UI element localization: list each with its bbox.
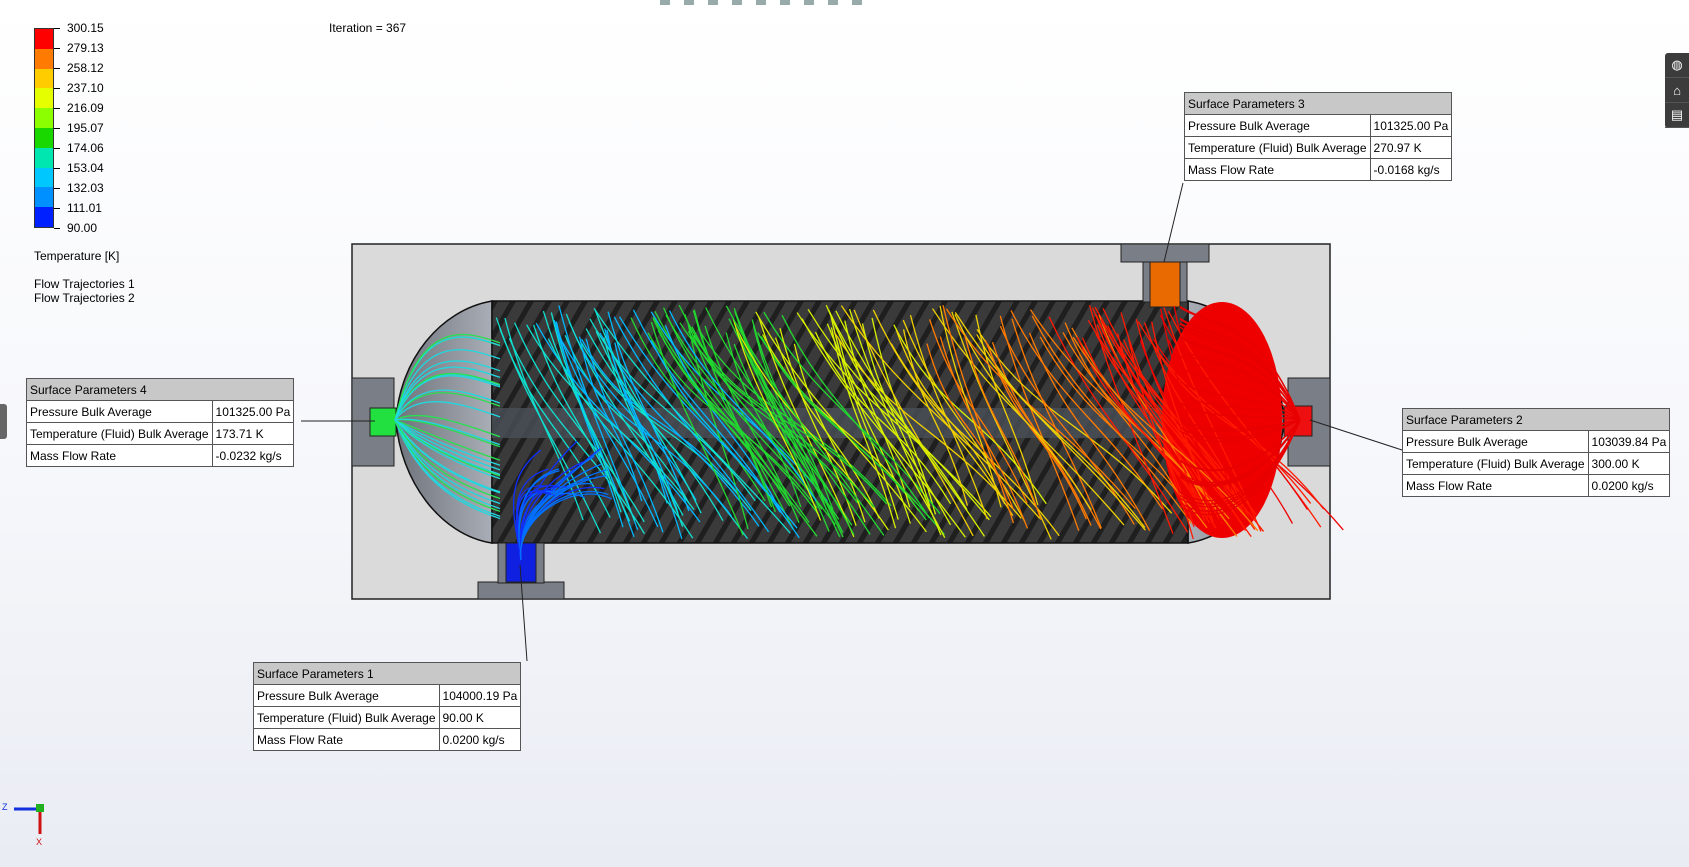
table-row: Mass Flow Rate 0.0200 kg/s [1402,474,1671,497]
param-value: 0.0200 kg/s [438,728,522,751]
table-row: Mass Flow Rate -0.0168 kg/s [1184,158,1453,181]
panel-title: Surface Parameters 2 [1401,408,1671,431]
table-row: Temperature (Fluid) Bulk Average 300.00 K [1402,452,1671,475]
surface-parameters-4-panel[interactable]: Surface Parameters 4 Pressure Bulk Avera… [25,378,295,467]
param-value: 101325.00 Pa [211,400,295,423]
param-value: 90.00 K [438,706,522,729]
globe-icon[interactable]: ◍ [1665,53,1689,78]
table-row: Temperature (Fluid) Bulk Average 173.71 K [26,422,295,445]
table-row: Mass Flow Rate -0.0232 kg/s [26,444,295,467]
panel-collapse-handle[interactable] [0,404,7,439]
param-name: Mass Flow Rate [26,444,213,467]
table-row: Temperature (Fluid) Bulk Average 90.00 K [253,706,522,729]
home-icon[interactable]: ⌂ [1665,78,1689,103]
param-value: -0.0168 kg/s [1369,158,1453,181]
param-value: 103039.84 Pa [1587,430,1671,453]
param-name: Temperature (Fluid) Bulk Average [1184,136,1371,159]
panel-title: Surface Parameters 1 [252,662,522,685]
param-name: Temperature (Fluid) Bulk Average [26,422,213,445]
param-value: 104000.19 Pa [438,684,522,707]
triad-x-label: X [36,837,42,847]
param-name: Mass Flow Rate [253,728,440,751]
param-value: 101325.00 Pa [1369,114,1453,137]
param-name: Temperature (Fluid) Bulk Average [1402,452,1589,475]
surface-parameters-2-panel[interactable]: Surface Parameters 2 Pressure Bulk Avera… [1401,408,1671,497]
triad-z-label: Z [2,802,8,812]
param-name: Pressure Bulk Average [1184,114,1371,137]
layers-icon[interactable]: ▤ [1665,103,1689,128]
table-row: Pressure Bulk Average 101325.00 Pa [26,400,295,423]
param-value: 173.71 K [211,422,295,445]
param-name: Mass Flow Rate [1184,158,1371,181]
table-row: Temperature (Fluid) Bulk Average 270.97 K [1184,136,1453,159]
param-name: Mass Flow Rate [1402,474,1589,497]
param-name: Pressure Bulk Average [1402,430,1589,453]
panel-title: Surface Parameters 4 [25,378,295,401]
view-icons-strip: ◍ ⌂ ▤ [1665,53,1689,128]
param-value: -0.0232 kg/s [211,444,295,467]
param-name: Pressure Bulk Average [26,400,213,423]
param-value: 0.0200 kg/s [1587,474,1671,497]
table-row: Mass Flow Rate 0.0200 kg/s [253,728,522,751]
table-row: Pressure Bulk Average 104000.19 Pa [253,684,522,707]
surface-parameters-3-panel[interactable]: Surface Parameters 3 Pressure Bulk Avera… [1183,92,1453,181]
panel-title: Surface Parameters 3 [1183,92,1453,115]
param-name: Pressure Bulk Average [253,684,440,707]
table-row: Pressure Bulk Average 103039.84 Pa [1402,430,1671,453]
param-value: 300.00 K [1587,452,1671,475]
param-value: 270.97 K [1369,136,1453,159]
nozzle-left [351,377,397,467]
axis-triad: Z X [2,802,44,847]
surface-parameters-1-panel[interactable]: Surface Parameters 1 Pressure Bulk Avera… [252,662,522,751]
table-row: Pressure Bulk Average 101325.00 Pa [1184,114,1453,137]
param-name: Temperature (Fluid) Bulk Average [253,706,440,729]
